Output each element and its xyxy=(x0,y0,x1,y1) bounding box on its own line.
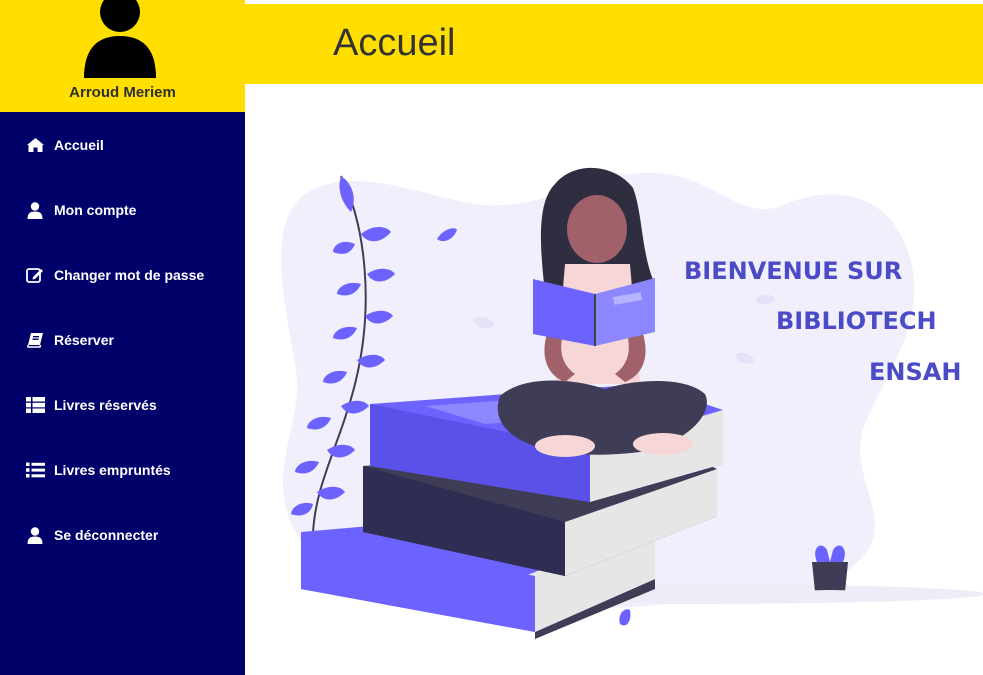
sidebar-item-livres-reserves[interactable]: Livres réservés xyxy=(0,385,245,425)
sidebar-item-livres-empruntes[interactable]: Livres empruntés xyxy=(0,450,245,490)
home-icon xyxy=(25,136,45,154)
sidebar-item-label: Accueil xyxy=(54,137,104,153)
sidebar-item-changer-mot-de-passe[interactable]: Changer mot de passe xyxy=(0,255,245,295)
sidebar-item-label: Réserver xyxy=(54,332,114,348)
sidebar-item-label: Changer mot de passe xyxy=(54,267,205,283)
main-content: BIENVENUE SUR BIBLIOTECH ENSAH xyxy=(245,84,983,675)
sidebar-item-accueil[interactable]: Accueil xyxy=(0,125,245,165)
welcome-line-1: BIENVENUE SUR xyxy=(684,257,903,285)
sidebar-item-mon-compte[interactable]: Mon compte xyxy=(0,190,245,230)
sidebar-item-label: Mon compte xyxy=(54,202,137,218)
edit-icon xyxy=(25,266,45,284)
header-bar: Accueil xyxy=(245,4,983,84)
profile-panel: Arroud Meriem xyxy=(0,0,245,112)
sidebar-item-se-deconnecter[interactable]: Se déconnecter xyxy=(0,515,245,555)
welcome-line-3: ENSAH xyxy=(869,358,962,386)
list-icon xyxy=(25,461,45,479)
sidebar-item-label: Se déconnecter xyxy=(54,527,159,543)
user-icon xyxy=(25,526,45,544)
sidebar: Accueil Mon compte Changer mot de passe … xyxy=(0,112,245,675)
avatar-icon xyxy=(84,0,156,78)
welcome-line-2: BIBLIOTECH xyxy=(776,307,937,335)
page-title: Accueil xyxy=(333,22,456,64)
sidebar-item-reserver[interactable]: Réserver xyxy=(0,320,245,360)
book-icon xyxy=(25,331,45,349)
sidebar-item-label: Livres réservés xyxy=(54,397,157,413)
user-icon xyxy=(25,201,45,219)
th-list-icon xyxy=(25,396,45,414)
sidebar-item-label: Livres empruntés xyxy=(54,462,171,478)
username: Arroud Meriem xyxy=(69,84,176,101)
